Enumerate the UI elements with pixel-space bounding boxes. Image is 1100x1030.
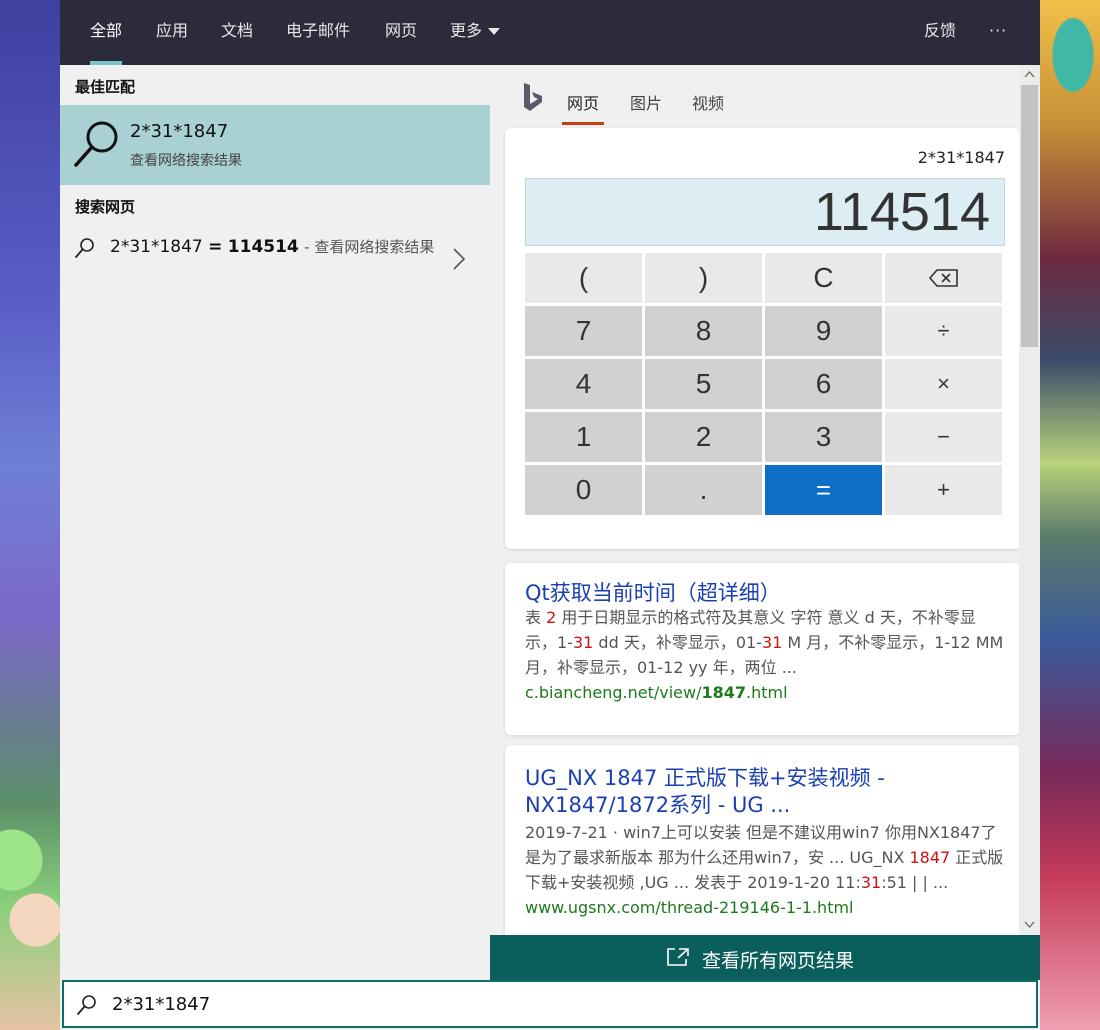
calculator-keypad: () C 7 8 9 ÷ 4 5 6 × 1 2 3− 0. = + — [525, 253, 1005, 515]
web-result-url-text: www.ugsnx.com/thread-219146-1-1.html — [525, 898, 854, 917]
search-icon — [77, 995, 96, 1015]
calculator-key[interactable]: 4 — [525, 359, 642, 409]
web-result-title[interactable]: Qt获取当前时间（超详细） — [525, 580, 781, 607]
best-match-subtitle: 查看网络搜索结果 — [130, 153, 242, 169]
search-web-heading: 搜索网页 — [75, 198, 136, 216]
calculator-key[interactable]: × — [885, 359, 1002, 409]
snippet-highlight: 31 — [761, 633, 783, 652]
calculator-key[interactable]: 8 — [645, 306, 762, 356]
web-result-url[interactable]: c.biancheng.net/view/1847.html — [525, 683, 788, 702]
see-all-label: 查看所有网页结果 — [702, 950, 855, 972]
snippet-text: dd 天，补零显示，01- — [593, 633, 762, 652]
web-result-card: UG_NX 1847 正式版下载+安装视频 - NX1847/1872系列 - … — [505, 745, 1020, 935]
web-suggestion-answer: 114514 — [227, 237, 299, 257]
snippet-text: :51 | | ... — [881, 873, 949, 892]
calculator-key[interactable]: ÷ — [885, 306, 1002, 356]
tab-web[interactable]: 网页 — [385, 0, 417, 65]
search-icon — [74, 121, 118, 167]
tab-email[interactable]: 电子邮件 — [286, 0, 350, 65]
web-result-card: Qt获取当前时间（超详细） 表 2 用于日期显示的格式符及其意义 字符 意义 d… — [505, 563, 1020, 735]
windows-search-window: 全部 应用 文档 电子邮件 网页 更多 反馈 ··· 最佳匹配 2*31*184… — [60, 0, 1040, 1030]
web-suggestion-text: 2*31*1847 = 114514 - 查看网络搜索结果 — [110, 235, 440, 260]
web-result-title-line: UG_NX 1847 正式版下载+安装视频 - — [525, 766, 885, 790]
calculator-key[interactable]: 2 — [645, 412, 762, 462]
web-result-url-highlight: 1847 — [701, 683, 747, 702]
calculator-key[interactable]: ) — [645, 253, 762, 303]
scrollbar-thumb[interactable] — [1021, 85, 1038, 347]
backspace-key[interactable] — [885, 253, 1002, 303]
calculator-display: 114514 — [525, 178, 1005, 246]
scroll-down-icon[interactable] — [1023, 918, 1036, 931]
search-scope-bar: 全部 应用 文档 电子邮件 网页 更多 反馈 ··· — [60, 0, 1040, 65]
more-options-button[interactable]: ··· — [989, 0, 1007, 65]
see-all-web-results-button[interactable]: 查看所有网页结果 — [490, 935, 1040, 980]
web-result-snippet: 表 2 用于日期显示的格式符及其意义 字符 意义 d 天，不补零显示，1-31 … — [525, 605, 1005, 680]
tab-bing-images[interactable]: 图片 — [630, 90, 662, 114]
preview-scrollbar[interactable] — [1019, 65, 1040, 935]
web-result-url-suffix: .html — [746, 683, 788, 702]
calculator-key[interactable]: 5 — [645, 359, 762, 409]
best-match-query: 2*31*1847 — [130, 121, 229, 142]
calculator-key[interactable]: + — [885, 465, 1002, 515]
web-result-url[interactable]: www.ugsnx.com/thread-219146-1-1.html — [525, 898, 854, 917]
calculator-card: 2*31*1847 114514 () C 7 8 9 ÷ 4 5 6 × 1 2 3− 0. = + — [505, 128, 1020, 549]
web-result-title[interactable]: UG_NX 1847 正式版下载+安装视频 - NX1847/1872系列 - … — [525, 765, 885, 819]
tab-apps[interactable]: 应用 — [156, 0, 188, 65]
desktop-wallpaper-left — [0, 0, 60, 1030]
preview-pane: 网页 图片 视频 2*31*1847 114514 () C 7 8 9 ÷ 4 5 6 × 1 2 3… — [490, 65, 1040, 935]
calculator-key[interactable]: − — [885, 412, 1002, 462]
snippet-highlight: 31 — [572, 633, 594, 652]
tab-more[interactable]: 更多 — [450, 0, 501, 65]
web-result-title-line: NX1847/1872系列 - UG ... — [525, 793, 791, 817]
calculator-key[interactable]: . — [645, 465, 762, 515]
feedback-button[interactable]: 反馈 — [924, 0, 956, 65]
tab-bing-videos[interactable]: 视频 — [692, 90, 724, 114]
web-result-url-prefix: c.biancheng.net/view/ — [525, 683, 702, 702]
best-match-item[interactable]: 2*31*1847 查看网络搜索结果 — [60, 105, 490, 185]
bing-logo — [524, 83, 542, 111]
calculator-expression: 2*31*1847 — [917, 148, 1005, 167]
web-suggestion-equals: = — [208, 237, 223, 257]
snippet-highlight: 31 — [860, 873, 882, 892]
calculator-result: 114514 — [813, 182, 990, 242]
tab-more-label: 更多 — [450, 21, 483, 40]
web-suggestion-suffix: - 查看网络搜索结果 — [304, 238, 435, 256]
snippet-highlight: 1847 — [909, 848, 951, 867]
web-suggestion-item[interactable]: 2*31*1847 = 114514 - 查看网络搜索结果 — [60, 225, 490, 285]
tab-all[interactable]: 全部 — [90, 0, 123, 65]
calculator-key[interactable]: 9 — [765, 306, 882, 356]
web-suggestion-expression: 2*31*1847 — [110, 237, 203, 257]
search-input[interactable] — [110, 986, 1014, 1022]
tab-bing-web[interactable]: 网页 — [561, 90, 605, 125]
desktop-wallpaper-right — [1040, 0, 1100, 1030]
scroll-up-icon[interactable] — [1023, 68, 1036, 81]
calculator-key[interactable]: 3 — [765, 412, 882, 462]
snippet-text: 表 — [525, 608, 547, 627]
search-icon — [75, 238, 94, 258]
open-external-icon — [667, 948, 689, 966]
best-match-heading: 最佳匹配 — [75, 78, 136, 96]
calculator-key[interactable]: 7 — [525, 306, 642, 356]
chevron-right-icon[interactable] — [452, 247, 466, 271]
snippet-highlight: 2 — [546, 608, 557, 627]
calculator-key[interactable]: = — [765, 465, 882, 515]
calculator-key[interactable]: 1 — [525, 412, 642, 462]
backspace-icon — [928, 269, 958, 287]
tab-documents[interactable]: 文档 — [221, 0, 253, 65]
calculator-key[interactable]: ( — [525, 253, 642, 303]
web-result-snippet: 2019-7-21 · win7上可以安装 但是不建议用win7 你用NX184… — [525, 820, 1005, 895]
results-list-pane: 最佳匹配 2*31*1847 查看网络搜索结果 搜索网页 2*31*1847 =… — [60, 65, 490, 980]
search-bar — [62, 980, 1038, 1028]
calculator-key[interactable]: 0 — [525, 465, 642, 515]
chevron-down-icon — [488, 28, 501, 35]
calculator-key[interactable]: 6 — [765, 359, 882, 409]
calculator-key[interactable]: C — [765, 253, 882, 303]
